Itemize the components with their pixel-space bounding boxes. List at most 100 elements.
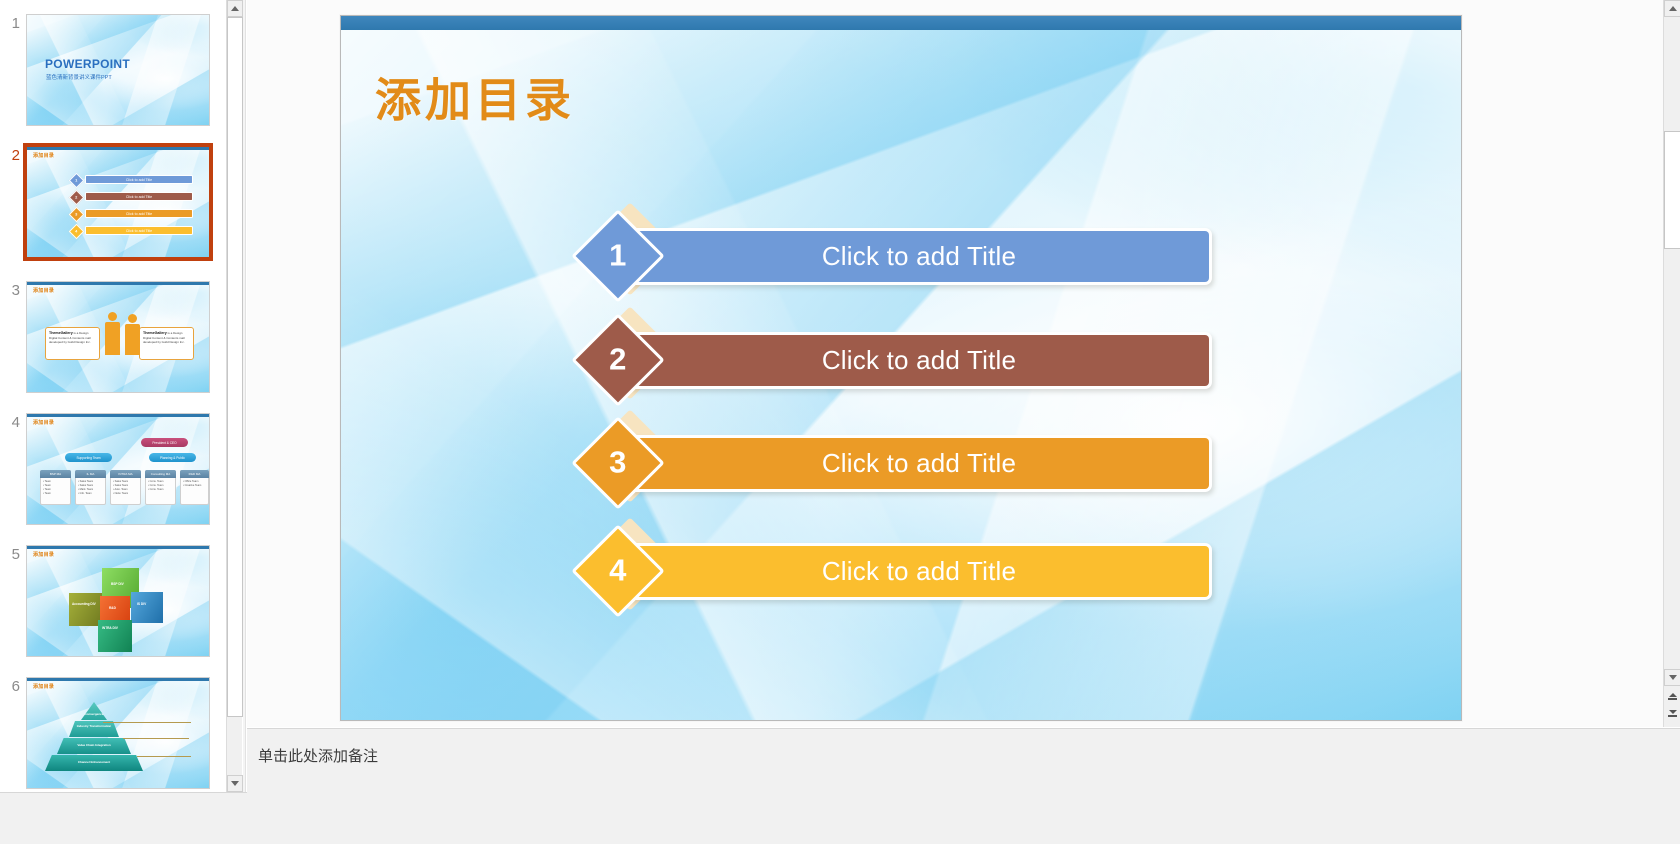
bottom-left-strip [0, 792, 247, 844]
thumb2-bar-3: Click to add Title [85, 209, 193, 218]
double-arrow-up-bar [1668, 698, 1677, 700]
thumbnail-number-6: 6 [11, 678, 20, 695]
slide-topbar [341, 16, 1461, 30]
thumb3-card-2-text: ThemeGallery is a Design Digital Content… [143, 331, 191, 344]
thumbnail-slide-1[interactable]: 1 POWERPOINT 蓝色清新背景讲义课件PPT [0, 14, 222, 126]
org-box-head-1: BSP MA [40, 470, 71, 478]
agenda-item-2[interactable]: Click to add Title 2 [571, 306, 1212, 409]
thumbnail-scrollbar-thumb[interactable] [227, 17, 243, 717]
person-body-icon [125, 324, 140, 355]
slide-thumbnail-pane[interactable]: 1 POWERPOINT 蓝色清新背景讲义课件PPT 2 添加目录 Click … [0, 0, 222, 844]
thumb6-title: 添加目录 [33, 684, 55, 690]
thumbnail-canvas-4: 添加目录 President & CEO Supporting Team Pla… [27, 414, 209, 524]
thumb2-diamond-num-3: 3 [75, 211, 78, 217]
thumb-topbar [27, 546, 209, 549]
pyramid-callout-line-2 [123, 738, 189, 739]
triangle-down-icon [231, 781, 239, 786]
thumbnail-slide-4[interactable]: 4 添加目录 President & CEO Supporting Team P… [0, 413, 222, 525]
thumbnail-number-4: 4 [11, 414, 20, 431]
agenda-bar-label-2: Click to add Title [821, 345, 1017, 375]
cube-label-bsp: BSP DIV [111, 582, 124, 586]
cube-intra [98, 620, 132, 652]
cube-label-rd: R&D [109, 606, 116, 610]
slide-edit-area[interactable]: 添加目录 Click to add Title 1 Click to add T… [247, 0, 1663, 727]
thumb-topbar [27, 282, 209, 285]
triangle-up-icon [1668, 6, 1677, 11]
cube-label-intra: INTRA DIV [102, 626, 118, 630]
org-box-items-1: • Team • Team • Team • Team [43, 480, 51, 495]
thumbnail-number-5: 5 [11, 546, 20, 563]
thumbnail-slide-5[interactable]: 5 添加目录 BSP DIV Accounting DIV R&D IS DIV… [0, 545, 222, 657]
thumbnail-pane-scrollbar[interactable] [226, 0, 243, 792]
pane-splitter[interactable] [243, 0, 246, 792]
thumbnail-canvas-2: 添加目录 Click to add Title 1 Click to add T… [27, 147, 209, 257]
thumb3-title: 添加目录 [33, 288, 55, 294]
current-slide-canvas[interactable]: 添加目录 Click to add Title 1 Click to add T… [340, 15, 1462, 721]
double-arrow-down-icon [1668, 710, 1677, 714]
person-head-icon [108, 312, 117, 321]
next-slide-button[interactable] [1666, 707, 1679, 720]
agenda-item-1[interactable]: Click to add Title 1 [571, 202, 1212, 305]
thumbnail-slide-3[interactable]: 3 添加目录 ThemeGallery is a Design Digital [0, 281, 222, 393]
agenda-diamond-number-3: 3 [609, 445, 627, 480]
org-box-items-4: • Cons. Team • Cons. Team • Cons. Team [148, 480, 164, 491]
notes-placeholder[interactable]: 单击此处添加备注 [258, 745, 378, 766]
triangle-up-icon [231, 6, 239, 11]
previous-slide-button[interactable] [1666, 690, 1679, 703]
slide-area-scrollbar[interactable] [1663, 0, 1680, 727]
crystal-background [27, 147, 209, 257]
thumb2-title: 添加目录 [33, 153, 55, 159]
thumbnail-slide-6[interactable]: 6 添加目录 Convergence Industry Transformati… [0, 677, 222, 789]
thumbnail-canvas-5: 添加目录 BSP DIV Accounting DIV R&D IS DIV I… [27, 546, 209, 656]
person-head-icon [128, 314, 137, 323]
agenda-bar-1[interactable]: Click to add Title [629, 228, 1212, 285]
thumb-topbar [27, 678, 209, 681]
agenda-bar-3[interactable]: Click to add Title [629, 435, 1212, 492]
org-node-top: President & CEO [141, 438, 188, 447]
thumbnail-frame-5[interactable]: 添加目录 BSP DIV Accounting DIV R&D IS DIV I… [26, 545, 210, 657]
thumbnail-scroll-up-button[interactable] [227, 0, 243, 17]
thumbnail-frame-2[interactable]: 添加目录 Click to add Title 1 Click to add T… [23, 143, 213, 261]
slide-scroll-down-button[interactable] [1664, 669, 1680, 686]
slide-scroll-up-button[interactable] [1664, 0, 1680, 17]
thumb1-title: POWERPOINT [45, 57, 131, 71]
cube-is [131, 592, 163, 623]
agenda-item-4[interactable]: Click to add Title 4 [571, 517, 1212, 620]
agenda-bar-4[interactable]: Click to add Title [629, 543, 1212, 600]
org-box-head-4: Consulting MA [145, 470, 176, 478]
thumb2-bar-1: Click to add Title [85, 175, 193, 184]
thumb2-diamond-num-2: 2 [75, 194, 78, 200]
agenda-bar-label-1: Click to add Title [821, 241, 1017, 271]
cube-label-accounting: Accounting DIV [72, 602, 96, 606]
thumbnail-frame-6[interactable]: 添加目录 Convergence Industry Transformation… [26, 677, 210, 789]
agenda-diamond-number-2: 2 [609, 342, 627, 377]
crystal-background [27, 414, 209, 524]
thumbnail-canvas-1: POWERPOINT 蓝色清新背景讲义课件PPT [27, 15, 209, 125]
person-body-icon [105, 322, 120, 355]
thumbnail-frame-4[interactable]: 添加目录 President & CEO Supporting Team Pla… [26, 413, 210, 525]
slide-scrollbar-thumb[interactable] [1664, 131, 1680, 249]
double-arrow-up-icon [1668, 693, 1677, 697]
thumb4-title: 添加目录 [33, 420, 55, 426]
slide-title[interactable]: 添加目录 [375, 64, 575, 130]
thumbnail-number-1: 1 [11, 15, 20, 32]
org-box-items-3: • Sales Team • Sales Team • Auto. Team • Ne… [113, 480, 129, 495]
thumbnail-frame-1[interactable]: POWERPOINT 蓝色清新背景讲义课件PPT [26, 14, 210, 126]
powerpoint-window: 1 POWERPOINT 蓝色清新背景讲义课件PPT 2 添加目录 Click … [0, 0, 1680, 844]
double-arrow-down-bar [1668, 715, 1677, 717]
thumbnail-frame-3[interactable]: 添加目录 ThemeGallery is a Design Digital Co… [26, 281, 210, 393]
agenda-bar-2[interactable]: Click to add Title [629, 332, 1212, 389]
thumb-topbar [27, 147, 209, 150]
notes-pane[interactable]: 单击此处添加备注 [247, 728, 1680, 844]
agenda-item-3[interactable]: Click to add Title 3 [571, 409, 1212, 512]
org-box-items-5: • Office Team • Creative Team [183, 480, 202, 487]
thumb2-diamond-num-1: 1 [75, 177, 78, 183]
pyramid-label-3: Value Chain Integration [77, 743, 111, 747]
thumbnail-slide-2[interactable]: 2 添加目录 Click to add Title 1 Click to add… [0, 143, 222, 261]
thumb3-card-2-heading: ThemeGallery [143, 331, 167, 335]
thumb2-bar-4: Click to add Title [85, 226, 193, 235]
thumb-topbar [27, 414, 209, 417]
agenda-bar-label-4: Click to add Title [821, 556, 1017, 586]
thumbnail-number-3: 3 [11, 282, 20, 299]
thumbnail-scroll-down-button[interactable] [227, 775, 243, 792]
